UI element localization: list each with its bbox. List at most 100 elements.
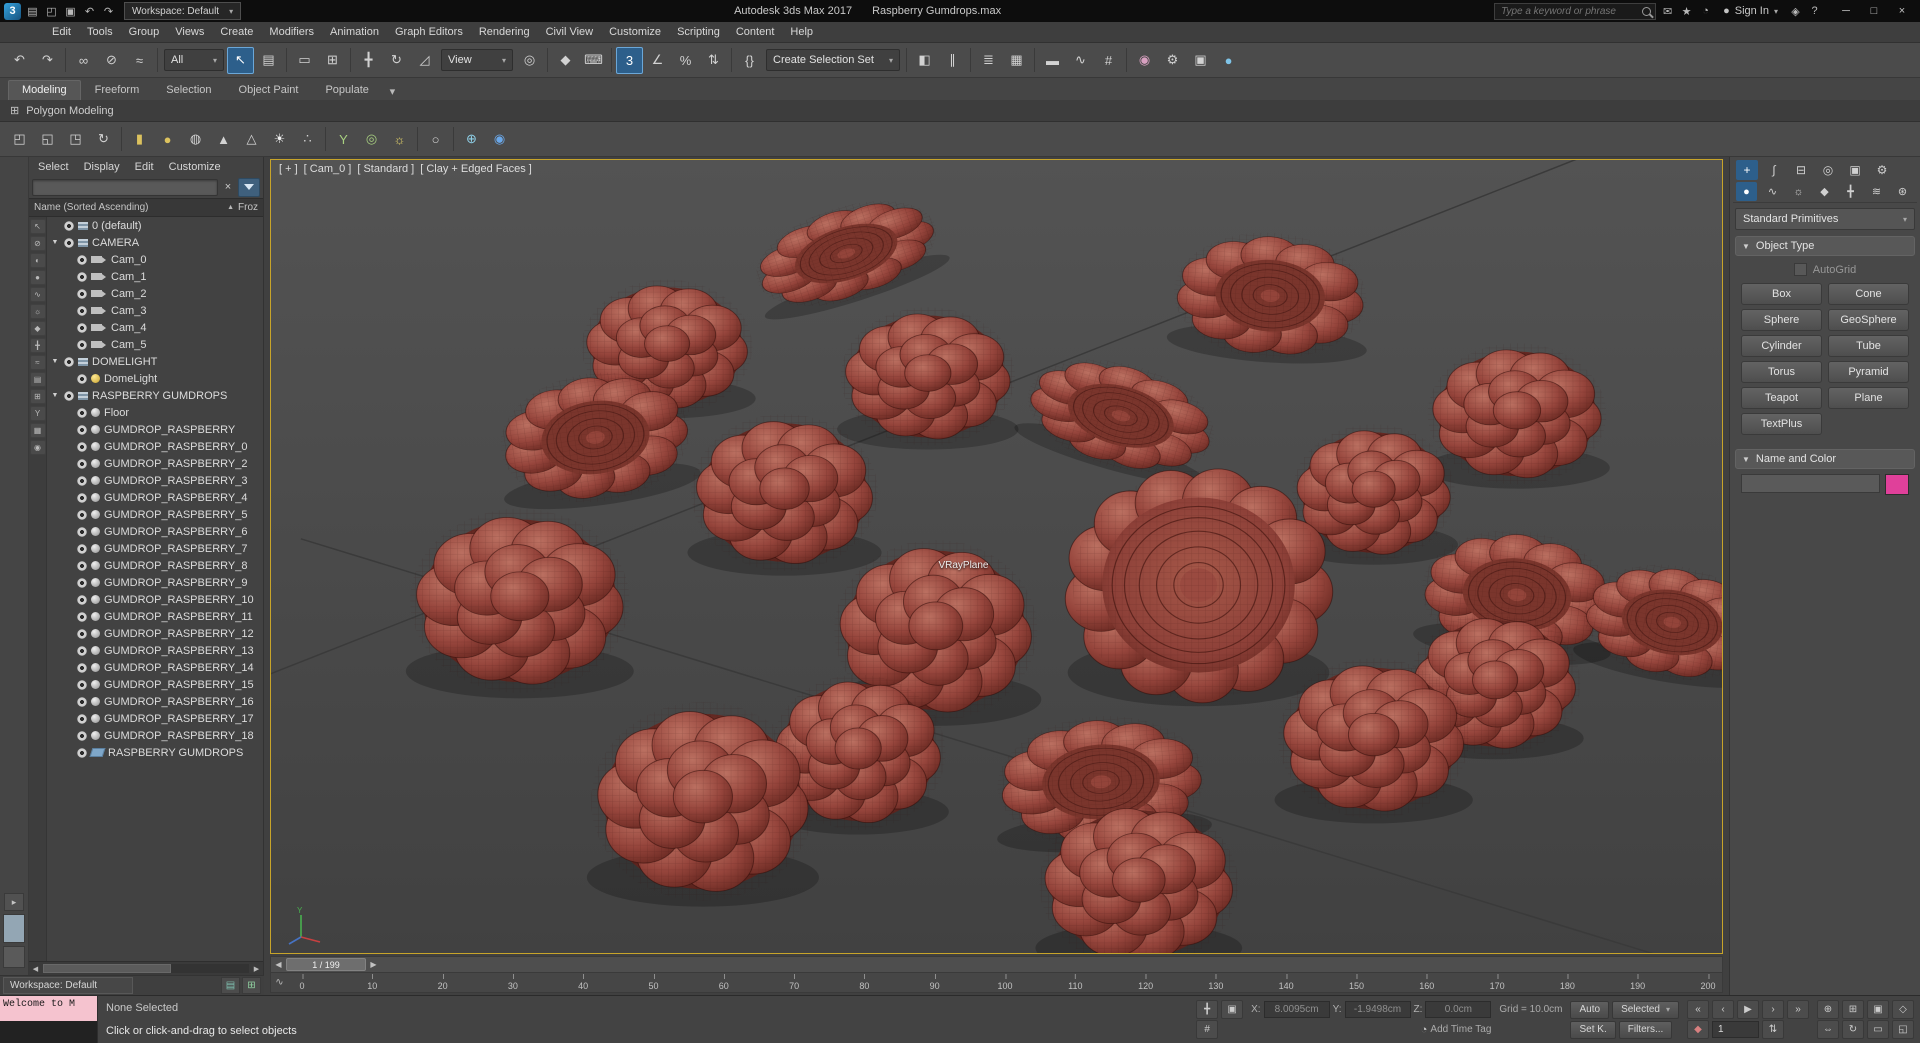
explorer-column-header[interactable]: Name (Sorted Ascending) ▲ Froz bbox=[29, 198, 263, 217]
select-by-name-icon[interactable]: ▤ bbox=[255, 47, 282, 74]
material-editor-icon[interactable]: ◉ bbox=[1131, 47, 1158, 74]
scene-explorer-row[interactable]: GUMDROP_RASPBERRY_8 bbox=[47, 557, 263, 574]
scene-explorer-row[interactable]: ▼ RASPBERRY GUMDROPS bbox=[47, 387, 263, 404]
explorer-menu-edit[interactable]: Edit bbox=[128, 159, 161, 175]
communication-center-icon[interactable]: ✉ bbox=[1658, 3, 1677, 20]
visibility-eye-icon[interactable] bbox=[77, 424, 87, 435]
explorer-menu-display[interactable]: Display bbox=[77, 159, 127, 175]
object-type-rollout-header[interactable]: ▼ Object Type bbox=[1735, 236, 1915, 256]
visibility-eye-icon[interactable] bbox=[64, 390, 74, 401]
maximize-viewport-toggle-icon[interactable]: ◱ bbox=[1892, 1020, 1914, 1039]
qat-new-icon[interactable]: ▤ bbox=[23, 3, 42, 20]
menu-item-views[interactable]: Views bbox=[167, 24, 212, 40]
named-selection-sets-dropdown[interactable]: Create Selection Set ▾ bbox=[766, 49, 900, 71]
scene-explorer-row[interactable]: GUMDROP_RASPBERRY_7 bbox=[47, 540, 263, 557]
align-icon[interactable]: ∥ bbox=[939, 47, 966, 74]
maxscript-mini-listener[interactable]: Welcome to M bbox=[0, 996, 98, 1043]
select-object-icon[interactable]: ↖ bbox=[227, 46, 254, 74]
explorer-display-shapes-icon[interactable]: ∿ bbox=[29, 287, 46, 302]
x-coordinate-field[interactable]: 8.0095cm bbox=[1263, 1001, 1330, 1018]
update-container-icon[interactable]: ↻ bbox=[90, 126, 117, 153]
visibility-eye-icon[interactable] bbox=[77, 730, 87, 741]
container-icon[interactable]: ◰ bbox=[6, 126, 33, 153]
offset-mode-toggle-icon[interactable]: ▣ bbox=[1221, 1000, 1244, 1019]
qat-undo-icon[interactable]: ↶ bbox=[80, 3, 99, 20]
visibility-eye-icon[interactable] bbox=[77, 560, 87, 571]
menu-item-customize[interactable]: Customize bbox=[601, 24, 669, 40]
scene-explorer-row[interactable]: GUMDROP_RASPBERRY_6 bbox=[47, 523, 263, 540]
display-tab-icon[interactable]: ▣ bbox=[1844, 160, 1866, 180]
spinner-snap-icon[interactable]: ⇅ bbox=[700, 47, 727, 74]
object-type-sphere-button[interactable]: Sphere bbox=[1741, 309, 1822, 331]
explorer-search-input[interactable] bbox=[32, 178, 218, 196]
curve-editor-icon[interactable]: ∿ bbox=[1067, 47, 1094, 74]
open-container-icon[interactable]: ◱ bbox=[34, 126, 61, 153]
select-and-manipulate-icon[interactable]: ◆ bbox=[552, 47, 579, 74]
y-coordinate-field[interactable]: -1.9498cm bbox=[1344, 1001, 1411, 1018]
geosphere-primitive-icon[interactable]: ◍ bbox=[182, 126, 209, 153]
visibility-eye-icon[interactable] bbox=[77, 696, 87, 707]
toggle-scene-explorer-icon[interactable]: ≣ bbox=[975, 47, 1002, 74]
ribbon-tab-modeling[interactable]: Modeling bbox=[8, 80, 81, 100]
visibility-eye-icon[interactable] bbox=[77, 543, 87, 554]
subcategory-dropdown[interactable]: Standard Primitives ▾ bbox=[1735, 208, 1915, 230]
clear-search-icon[interactable]: × bbox=[221, 181, 235, 193]
explorer-horizontal-scrollbar[interactable]: ◀ ▶ bbox=[29, 961, 263, 975]
render-setup-icon[interactable]: ⚙ bbox=[1159, 47, 1186, 74]
window-crossing-icon[interactable]: ⊞ bbox=[319, 47, 346, 74]
frozen-column-header[interactable]: Froz bbox=[238, 202, 258, 213]
menu-item-rendering[interactable]: Rendering bbox=[471, 24, 538, 40]
explorer-display-bones-icon[interactable]: Y bbox=[29, 406, 46, 421]
vray-toolbar-icon[interactable]: ◉ bbox=[486, 126, 513, 153]
expand-arrow-icon[interactable]: ▼ bbox=[50, 358, 60, 365]
notifications-icon[interactable]: ◔ bbox=[1696, 3, 1715, 20]
local-content-icon[interactable]: ◳ bbox=[62, 126, 89, 153]
menu-item-help[interactable]: Help bbox=[782, 24, 821, 40]
scene-explorer-row[interactable]: GUMDROP_RASPBERRY_15 bbox=[47, 676, 263, 693]
viewport-shading-menu[interactable]: [ Clay + Edged Faces ] bbox=[420, 163, 532, 175]
explorer-display-helpers-icon[interactable]: ╋ bbox=[29, 338, 46, 353]
geometry-category-icon[interactable]: ● bbox=[1736, 182, 1757, 201]
name-color-rollout-header[interactable]: ▼ Name and Color bbox=[1735, 449, 1915, 469]
explorer-display-xrefs-icon[interactable]: ⊞ bbox=[29, 389, 46, 404]
select-and-scale-icon[interactable]: ◿ bbox=[411, 47, 438, 74]
exchange-apps-icon[interactable]: ◈ bbox=[1786, 3, 1805, 20]
zoom-extents-icon[interactable]: ▣ bbox=[1867, 1000, 1889, 1019]
motion-tab-icon[interactable]: ◎ bbox=[1817, 160, 1839, 180]
selected-set-dropdown[interactable]: Selected ▾ bbox=[1612, 1000, 1679, 1019]
visibility-eye-icon[interactable] bbox=[77, 271, 87, 282]
explorer-display-geometry-icon[interactable]: ● bbox=[29, 270, 46, 285]
explorer-display-containers-icon[interactable]: ▦ bbox=[29, 423, 46, 438]
expand-arrow-icon[interactable]: ▼ bbox=[50, 239, 60, 246]
menu-item-group[interactable]: Group bbox=[121, 24, 168, 40]
auto-key-button[interactable]: Auto bbox=[1570, 1000, 1610, 1019]
scene-explorer-row[interactable]: DomeLight bbox=[47, 370, 263, 387]
time-slider-handle[interactable]: 1 / 199 bbox=[286, 958, 366, 971]
scene-explorer-row[interactable]: Floor bbox=[47, 404, 263, 421]
viewport-cam0[interactable]: [ + ] [ Cam_0 ] [ Standard ] [ Clay + Edged… bbox=[270, 159, 1723, 954]
timeline-ruler[interactable]: 0 10 20 30 40 50 60 70 80 90 100 110 120 130 140 150 160… bbox=[299, 973, 1716, 992]
angle-snap-icon[interactable]: ∠ bbox=[644, 47, 671, 74]
name-column-header[interactable]: Name (Sorted Ascending) bbox=[34, 202, 223, 213]
ribbon-tab-object-paint[interactable]: Object Paint bbox=[226, 81, 312, 100]
capsule-primitive-icon[interactable]: ▮ bbox=[126, 126, 153, 153]
explorer-display-materials-icon[interactable]: ◉ bbox=[29, 440, 46, 455]
object-type-torus-button[interactable]: Torus bbox=[1741, 361, 1822, 383]
object-type-tube-button[interactable]: Tube bbox=[1828, 335, 1909, 357]
explorer-display-lights-icon[interactable]: ☼ bbox=[29, 304, 46, 319]
z-coordinate-field[interactable]: 0.0cm bbox=[1425, 1001, 1492, 1018]
qat-redo-icon[interactable]: ↷ bbox=[99, 3, 118, 20]
go-to-start-button[interactable]: « bbox=[1687, 1000, 1709, 1019]
orbit-icon[interactable]: ↻ bbox=[1842, 1020, 1864, 1039]
sunlight-system-icon[interactable]: ☼ bbox=[386, 126, 413, 153]
ribbon-tab-selection[interactable]: Selection bbox=[153, 81, 224, 100]
spray-particles-icon[interactable]: ∴ bbox=[294, 126, 321, 153]
rendered-frame-window-icon[interactable]: ▣ bbox=[1187, 47, 1214, 74]
object-color-swatch[interactable] bbox=[1885, 474, 1909, 495]
create-tab-icon[interactable]: + bbox=[1736, 160, 1758, 180]
grid-display-icon[interactable]: # bbox=[1196, 1020, 1219, 1039]
object-name-field[interactable] bbox=[1741, 474, 1880, 493]
explorer-select-none-icon[interactable]: ⊘ bbox=[29, 236, 46, 251]
pyramid-primitive-icon[interactable]: △ bbox=[238, 126, 265, 153]
percent-snap-icon[interactable]: % bbox=[672, 47, 699, 74]
